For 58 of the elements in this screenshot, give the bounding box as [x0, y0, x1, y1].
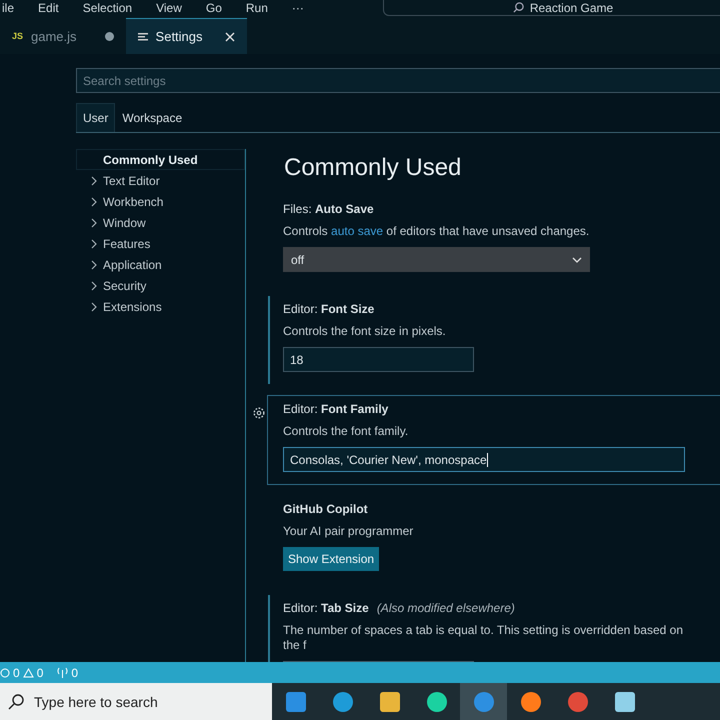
chevron-icon [89, 302, 99, 312]
menu-item[interactable]: View [156, 1, 182, 15]
gear-icon[interactable] [252, 406, 266, 420]
warning-icon [22, 668, 34, 678]
search-icon [8, 694, 24, 710]
show-extension-button[interactable]: Show Extension [283, 547, 380, 571]
scope-tab[interactable]: User [76, 103, 116, 132]
setting-description: Controls the font size in pixels. [283, 324, 447, 339]
chevron-icon [89, 218, 99, 228]
menu-item[interactable]: Run [246, 1, 268, 15]
chevron-icon [89, 238, 99, 248]
chevron-down-icon [572, 256, 582, 262]
search-icon [512, 2, 524, 13]
chevron-icon [89, 260, 99, 270]
text-field[interactable]: 18 [283, 347, 474, 372]
toc-item[interactable]: Commonly Used [76, 149, 245, 170]
menu-item[interactable]: ile [2, 1, 14, 15]
menu-item[interactable]: ··· [292, 1, 304, 15]
chevron-icon [89, 196, 99, 206]
js-file-icon: JS [12, 31, 24, 41]
close-icon[interactable] [224, 32, 235, 42]
section-title: Commonly Used [284, 154, 462, 182]
error-icon [0, 668, 10, 678]
app-icon [378, 690, 402, 714]
setting-title: Files: Auto Save [283, 202, 375, 216]
setting-title: Editor: Tab Size (Also modified elsewhere) [283, 601, 516, 615]
tab-label: game.js [31, 28, 77, 44]
command-center-label: Reaction Game [530, 0, 614, 14]
settings-file-icon [138, 32, 148, 42]
toc-item[interactable]: Security [76, 275, 245, 296]
app-icon [284, 690, 308, 714]
scope-tab[interactable]: Workspace [115, 103, 190, 132]
setting-title: Editor: Font Family [283, 402, 390, 416]
menu-item[interactable]: Edit [38, 1, 59, 15]
toc-item[interactable]: Text Editor [76, 170, 245, 191]
text-field[interactable]: Consolas, 'Courier New', monospace [283, 447, 685, 472]
setting-description: The number of spaces a tab is equal to. This setting is overridden based on the f [283, 623, 684, 653]
toc-item[interactable]: Features [76, 233, 245, 254]
editor-tab[interactable]: Settings [126, 18, 247, 54]
tab-label: Settings [156, 29, 203, 44]
setting-title: GitHub Copilot [283, 502, 369, 516]
setting-title: Editor: Font Size [283, 302, 376, 316]
app-icon [612, 690, 636, 714]
taskbar-search[interactable]: Type here to search [0, 683, 272, 720]
chevron-icon [89, 176, 99, 186]
toc-item[interactable]: Extensions [76, 296, 245, 317]
antenna-icon [57, 667, 68, 678]
chevron-icon [89, 280, 99, 290]
toc-item[interactable]: Application [76, 254, 245, 275]
search-field[interactable]: Search settings [76, 68, 720, 93]
toc-item[interactable]: Window [76, 212, 245, 233]
menu-item[interactable]: Go [206, 1, 222, 15]
setting-description: Controls auto save of editors that have unsaved changes. [283, 224, 590, 239]
setting-description: Controls the font family. [283, 424, 410, 439]
toc-item[interactable]: Workbench [76, 191, 245, 212]
menu-item[interactable]: Selection [82, 1, 132, 15]
dropdown[interactable]: off [283, 247, 590, 272]
setting-description: Your AI pair programmer [283, 524, 414, 539]
